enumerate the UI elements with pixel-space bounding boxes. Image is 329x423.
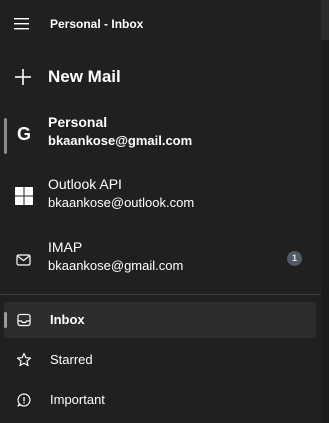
folder-label: Inbox (50, 312, 85, 327)
account-email: bkaankose@outlook.com (48, 195, 195, 210)
mail-app-window: Personal - Inbox New Mail G Personal bka… (0, 0, 329, 423)
selection-indicator (4, 118, 7, 154)
account-name: IMAP (48, 239, 83, 255)
account-item-outlook-api[interactable]: Outlook API bkaankose@outlook.com (0, 176, 321, 226)
windows-icon (14, 186, 34, 206)
new-mail-button[interactable]: New Mail (0, 58, 321, 98)
adjacent-pane-header-edge (321, 0, 329, 40)
account-email: bkaankose@gmail.com (48, 133, 193, 148)
section-divider (0, 294, 321, 295)
star-icon (16, 352, 32, 368)
important-icon (16, 392, 32, 408)
folder-item-starred[interactable]: Starred (4, 342, 316, 378)
account-item-personal[interactable]: G Personal bkaankose@gmail.com (0, 114, 321, 164)
new-mail-label: New Mail (48, 67, 121, 86)
window-title: Personal - Inbox (50, 17, 144, 31)
google-icon: G (14, 124, 34, 144)
envelope-icon (14, 249, 34, 269)
account-email: bkaankose@gmail.com (48, 258, 184, 273)
title-bar: Personal - Inbox (0, 0, 321, 48)
folder-label: Starred (50, 352, 93, 367)
inbox-icon (16, 312, 32, 328)
account-name: Personal (48, 114, 108, 130)
plus-icon (14, 68, 32, 86)
account-name: Outlook API (48, 176, 122, 192)
svg-text:G: G (17, 124, 31, 144)
hamburger-menu-icon[interactable] (12, 14, 32, 34)
adjacent-pane-edge (321, 0, 329, 423)
unread-count-badge: 1 (287, 251, 302, 266)
folder-label: Important (50, 392, 105, 407)
folder-item-inbox[interactable]: Inbox (4, 302, 316, 338)
account-item-imap[interactable]: IMAP bkaankose@gmail.com 1 (0, 239, 321, 289)
selection-indicator (4, 312, 7, 328)
folder-item-important[interactable]: Important (4, 382, 316, 418)
